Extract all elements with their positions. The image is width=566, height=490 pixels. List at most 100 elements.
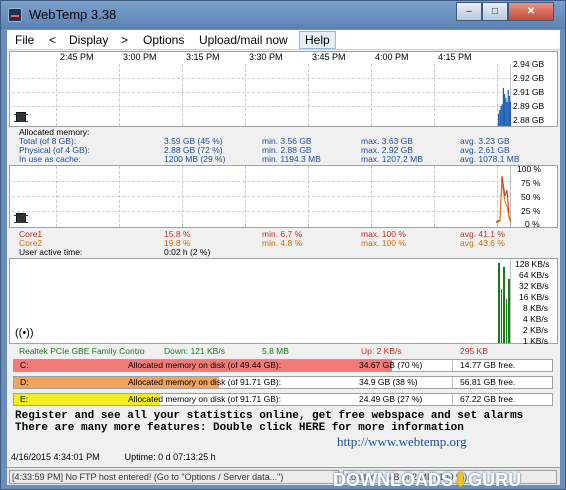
- disk-used: 24.49 GB (27 %): [359, 394, 423, 404]
- memory-bar: [500, 106, 502, 126]
- cpu-chip-icon: [14, 213, 28, 223]
- menu-file[interactable]: File: [15, 33, 34, 47]
- active-time-value: 0:02 h (2 %): [164, 247, 211, 257]
- menu-upload-mail-now[interactable]: Upload/mail now: [199, 33, 288, 47]
- disk-used: 34.67 GB (70 %): [359, 360, 423, 370]
- cpu-y-tick: 50 %: [521, 192, 541, 202]
- disk-letter: C:: [20, 360, 29, 370]
- net-y-tick: 4 KB/s: [523, 314, 549, 324]
- memory-bar: [506, 102, 508, 126]
- memory-label: In use as cache:: [19, 154, 81, 164]
- memory-avg: avg. 1078.1 MB: [460, 154, 520, 164]
- memory-y-tick: 2.88 GB: [513, 115, 545, 125]
- time-tick: 4:00 PM: [375, 52, 409, 62]
- window-title: WebTemp 3.38: [29, 7, 117, 22]
- memory-bar: [498, 114, 500, 126]
- cpu-graph-panel: 100 % 75 % 50 % 25 % 0 %: [9, 164, 558, 229]
- network-series: [498, 263, 510, 343]
- memory-stats: Allocated memory: Total (of 8 GB): 3.59 …: [9, 127, 558, 165]
- disk-row-d: D: Allocated memory on disk (of 91.71 GB…: [13, 376, 553, 389]
- memory-value: 1200 MB (29 %): [164, 154, 226, 164]
- menu-help[interactable]: Help: [299, 31, 336, 49]
- disk-letter: E:: [20, 394, 29, 404]
- title-bar[interactable]: WebTemp 3.38 – □ ✕: [1, 1, 565, 29]
- client-area: File < Display > Options Upload/mail now…: [7, 30, 560, 490]
- net-y-tick: 8 KB/s: [523, 303, 549, 313]
- cpu-y-tick: 100 %: [517, 164, 542, 174]
- disk-free: 67.22 GB free.: [460, 394, 516, 404]
- net-up: Up: 2 KB/s: [361, 346, 402, 356]
- website-link[interactable]: http://www.webtemp.org: [337, 434, 467, 450]
- menu-prev[interactable]: <: [49, 33, 56, 47]
- download-arrow-icon: ⬇: [453, 470, 469, 490]
- app-icon: [8, 8, 22, 22]
- cpu-y-tick: 75 %: [521, 178, 541, 188]
- minimize-button[interactable]: –: [456, 2, 482, 21]
- menu-next[interactable]: >: [121, 33, 128, 47]
- memory-bar: [507, 90, 509, 126]
- net-y-tick: 64 KB/s: [519, 270, 549, 280]
- cpu-stats: Core1 15.8 % min. 6.7 % max. 100 % avg. …: [9, 228, 558, 258]
- network-icon: ((•)): [15, 327, 34, 339]
- memory-bar: [499, 110, 501, 126]
- watermark-right: GURU: [468, 470, 522, 490]
- cpu-series: [495, 175, 511, 224]
- cpu-graph: [12, 166, 511, 227]
- disk-description: Allocated memory on disk (of 91.71 GB):: [128, 394, 282, 404]
- webtemp-window: WebTemp 3.38 – □ ✕ File < Display > Opti…: [0, 0, 566, 490]
- status-message: [4:33:59 PM] No FTP host entered! (Go to…: [9, 470, 339, 484]
- time-tick: 3:45 PM: [312, 52, 346, 62]
- memory-y-tick: 2.92 GB: [513, 73, 545, 83]
- disk-row-c: C: Allocated memory on disk (of 49.44 GB…: [13, 359, 553, 372]
- status-datetime: 4/16/2015 4:34:01 PM: [11, 452, 100, 462]
- memory-min: min. 1194.3 MB: [262, 154, 321, 164]
- net-y-tick: 128 KB/s: [515, 259, 550, 269]
- memory-graph: [12, 64, 511, 126]
- core2-avg: avg. 43.6 %: [460, 238, 505, 248]
- time-tick: 2:45 PM: [60, 52, 94, 62]
- disk-row-e: E: Allocated memory on disk (of 91.71 GB…: [13, 393, 553, 406]
- disk-free: 56.81 GB free.: [460, 377, 516, 387]
- disk-description: Allocated memory on disk (of 91.71 GB):: [128, 377, 282, 387]
- net-down: Down: 121 KB/s: [164, 346, 225, 356]
- disk-used: 34.9 GB (38 %): [359, 377, 418, 387]
- net-y-tick: 16 KB/s: [519, 292, 549, 302]
- menu-display[interactable]: Display: [69, 33, 108, 47]
- maximize-button[interactable]: □: [482, 2, 508, 21]
- watermark-left: DOWNLOADS: [333, 470, 453, 490]
- memory-bar: [502, 88, 504, 126]
- net-up-total: 295 KB: [460, 346, 488, 356]
- disk-description: Allocated memory on disk (of 49.44 GB):: [128, 360, 282, 370]
- memory-series: [498, 88, 511, 126]
- core2-min: min. 4.8 %: [262, 238, 303, 248]
- memory-chip-icon: [14, 112, 28, 122]
- time-tick: 3:30 PM: [249, 52, 283, 62]
- status-datetime-uptime: 4/16/2015 4:34:01 PM Uptime: 0 d 07:13:2…: [11, 452, 216, 462]
- active-time-label: User active time:: [19, 247, 83, 257]
- adapter-name: Realtek PCIe GBE Family Contro: [19, 346, 145, 356]
- core2-max: max. 100 %: [361, 238, 406, 248]
- net-y-tick: 2 KB/s: [523, 325, 549, 335]
- promo-line-2[interactable]: There are many more features: Double cli…: [15, 422, 464, 434]
- close-button[interactable]: ✕: [508, 2, 554, 21]
- memory-bar: [508, 96, 510, 126]
- memory-y-tick: 2.91 GB: [513, 87, 545, 97]
- menu-options[interactable]: Options: [143, 33, 184, 47]
- memory-bar: [510, 102, 511, 126]
- disk-letter: D:: [20, 377, 29, 387]
- memory-graph-panel: 2:45 PM 3:00 PM 3:15 PM 3:30 PM 3:45 PM …: [9, 51, 558, 127]
- cpu-y-tick: 25 %: [521, 206, 541, 216]
- promo-line-1[interactable]: Register and see all your statistics onl…: [15, 410, 523, 422]
- time-tick: 4:15 PM: [438, 52, 472, 62]
- memory-bar: [504, 94, 506, 126]
- network-stats: Realtek PCIe GBE Family Contro Down: 121…: [9, 344, 558, 356]
- memory-y-tick: 2.94 GB: [513, 59, 545, 69]
- memory-bar: [501, 104, 503, 126]
- network-graph-panel: ((•)) 128 KB/s 64 KB/s 32 KB/s 16 KB/s 8…: [9, 258, 558, 346]
- net-y-tick: 32 KB/s: [519, 281, 549, 291]
- memory-bar: [505, 98, 507, 126]
- network-graph: ((•)): [12, 259, 511, 343]
- status-uptime: Uptime: 0 d 07:13:25 h: [124, 452, 216, 462]
- watermark: DOWNLOADS⬇GURU: [333, 470, 521, 490]
- net-down-total: 5.8 MB: [262, 346, 289, 356]
